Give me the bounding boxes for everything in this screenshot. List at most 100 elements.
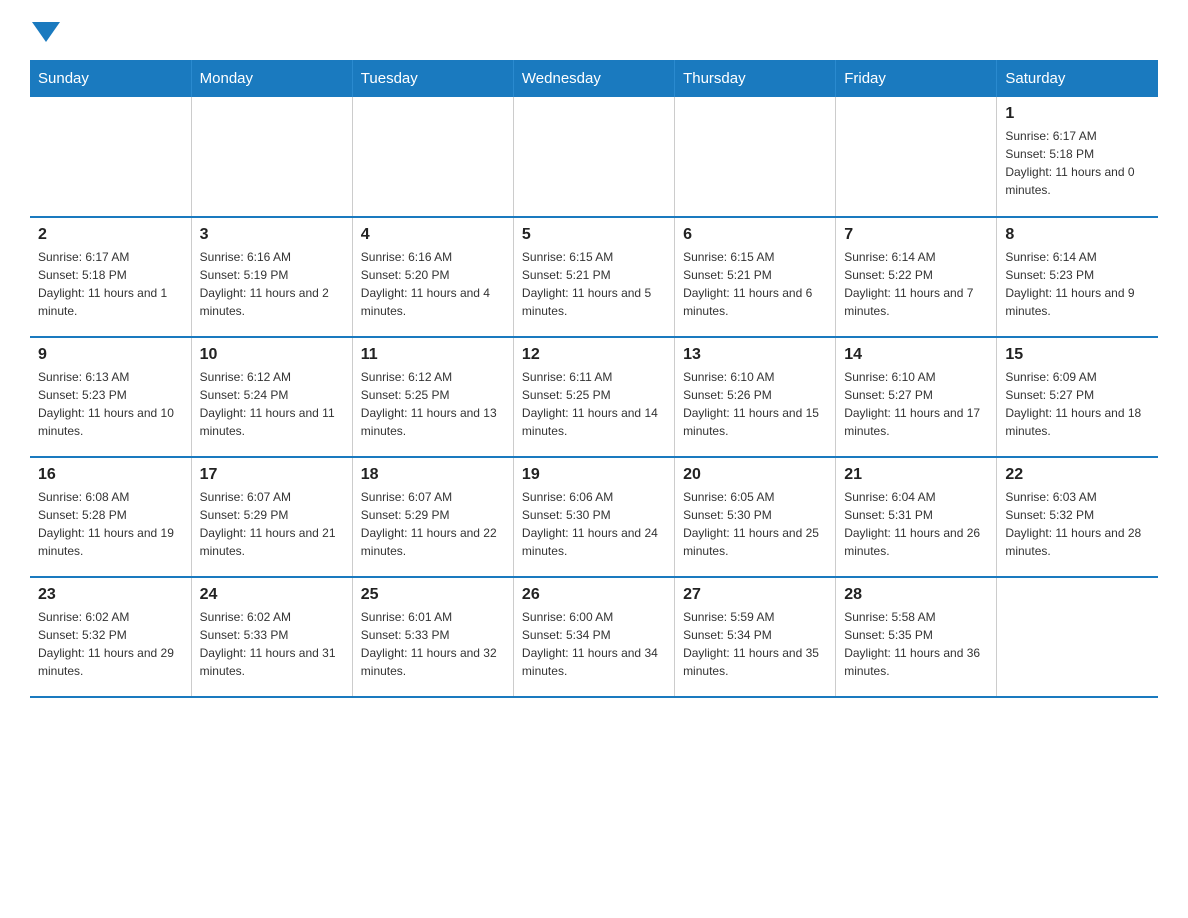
day-info: Sunrise: 6:04 AMSunset: 5:31 PMDaylight:… (844, 488, 988, 560)
calendar-day (997, 577, 1158, 697)
calendar-day (191, 97, 352, 217)
calendar-day: 21 Sunrise: 6:04 AMSunset: 5:31 PMDayligh… (836, 457, 997, 577)
day-number: 13 (683, 346, 827, 364)
day-number: 2 (38, 226, 183, 244)
calendar-day: 13 Sunrise: 6:10 AMSunset: 5:26 PMDayligh… (675, 337, 836, 457)
calendar-week-5: 23 Sunrise: 6:02 AMSunset: 5:32 PMDayligh… (30, 577, 1158, 697)
day-number: 12 (522, 346, 666, 364)
header-monday: Monday (191, 60, 352, 97)
day-info: Sunrise: 6:14 AMSunset: 5:23 PMDaylight:… (1005, 248, 1150, 320)
calendar-day: 27 Sunrise: 5:59 AMSunset: 5:34 PMDayligh… (675, 577, 836, 697)
day-info: Sunrise: 6:12 AMSunset: 5:25 PMDaylight:… (361, 368, 505, 440)
day-number: 1 (1005, 105, 1150, 123)
header-thursday: Thursday (675, 60, 836, 97)
day-number: 11 (361, 346, 505, 364)
day-info: Sunrise: 6:02 AMSunset: 5:33 PMDaylight:… (200, 608, 344, 680)
page-header (30, 20, 1158, 40)
day-info: Sunrise: 6:08 AMSunset: 5:28 PMDaylight:… (38, 488, 183, 560)
day-number: 6 (683, 226, 827, 244)
day-info: Sunrise: 6:06 AMSunset: 5:30 PMDaylight:… (522, 488, 666, 560)
day-info: Sunrise: 6:07 AMSunset: 5:29 PMDaylight:… (361, 488, 505, 560)
day-number: 22 (1005, 466, 1150, 484)
day-info: Sunrise: 6:09 AMSunset: 5:27 PMDaylight:… (1005, 368, 1150, 440)
day-number: 27 (683, 586, 827, 604)
calendar-header-row: SundayMondayTuesdayWednesdayThursdayFrid… (30, 60, 1158, 97)
calendar-day: 12 Sunrise: 6:11 AMSunset: 5:25 PMDayligh… (513, 337, 674, 457)
day-info: Sunrise: 6:14 AMSunset: 5:22 PMDaylight:… (844, 248, 988, 320)
logo-triangle-icon (32, 22, 60, 42)
day-info: Sunrise: 6:10 AMSunset: 5:27 PMDaylight:… (844, 368, 988, 440)
day-info: Sunrise: 6:05 AMSunset: 5:30 PMDaylight:… (683, 488, 827, 560)
day-number: 24 (200, 586, 344, 604)
day-number: 26 (522, 586, 666, 604)
calendar-day: 16 Sunrise: 6:08 AMSunset: 5:28 PMDayligh… (30, 457, 191, 577)
day-info: Sunrise: 5:59 AMSunset: 5:34 PMDaylight:… (683, 608, 827, 680)
day-info: Sunrise: 6:17 AMSunset: 5:18 PMDaylight:… (1005, 127, 1150, 199)
calendar-day: 8 Sunrise: 6:14 AMSunset: 5:23 PMDaylight… (997, 217, 1158, 337)
calendar-day: 19 Sunrise: 6:06 AMSunset: 5:30 PMDayligh… (513, 457, 674, 577)
day-number: 16 (38, 466, 183, 484)
calendar-week-4: 16 Sunrise: 6:08 AMSunset: 5:28 PMDayligh… (30, 457, 1158, 577)
day-number: 4 (361, 226, 505, 244)
day-info: Sunrise: 6:00 AMSunset: 5:34 PMDaylight:… (522, 608, 666, 680)
calendar-day: 23 Sunrise: 6:02 AMSunset: 5:32 PMDayligh… (30, 577, 191, 697)
day-info: Sunrise: 6:11 AMSunset: 5:25 PMDaylight:… (522, 368, 666, 440)
logo (30, 20, 60, 40)
day-number: 21 (844, 466, 988, 484)
calendar-day (30, 97, 191, 217)
day-number: 17 (200, 466, 344, 484)
header-sunday: Sunday (30, 60, 191, 97)
day-number: 23 (38, 586, 183, 604)
day-info: Sunrise: 6:03 AMSunset: 5:32 PMDaylight:… (1005, 488, 1150, 560)
day-number: 3 (200, 226, 344, 244)
header-tuesday: Tuesday (352, 60, 513, 97)
day-number: 28 (844, 586, 988, 604)
calendar-day: 7 Sunrise: 6:14 AMSunset: 5:22 PMDaylight… (836, 217, 997, 337)
day-number: 8 (1005, 226, 1150, 244)
calendar-day: 1 Sunrise: 6:17 AMSunset: 5:18 PMDaylight… (997, 97, 1158, 217)
day-number: 18 (361, 466, 505, 484)
calendar-day: 3 Sunrise: 6:16 AMSunset: 5:19 PMDaylight… (191, 217, 352, 337)
header-wednesday: Wednesday (513, 60, 674, 97)
day-info: Sunrise: 6:17 AMSunset: 5:18 PMDaylight:… (38, 248, 183, 320)
day-number: 5 (522, 226, 666, 244)
calendar-day: 11 Sunrise: 6:12 AMSunset: 5:25 PMDayligh… (352, 337, 513, 457)
day-number: 14 (844, 346, 988, 364)
day-info: Sunrise: 6:15 AMSunset: 5:21 PMDaylight:… (522, 248, 666, 320)
header-friday: Friday (836, 60, 997, 97)
calendar-day: 17 Sunrise: 6:07 AMSunset: 5:29 PMDayligh… (191, 457, 352, 577)
day-number: 19 (522, 466, 666, 484)
calendar-day: 2 Sunrise: 6:17 AMSunset: 5:18 PMDaylight… (30, 217, 191, 337)
calendar-day: 24 Sunrise: 6:02 AMSunset: 5:33 PMDayligh… (191, 577, 352, 697)
calendar-day (675, 97, 836, 217)
day-number: 15 (1005, 346, 1150, 364)
calendar-day (513, 97, 674, 217)
calendar-day (836, 97, 997, 217)
day-number: 9 (38, 346, 183, 364)
calendar-day: 10 Sunrise: 6:12 AMSunset: 5:24 PMDayligh… (191, 337, 352, 457)
day-info: Sunrise: 6:01 AMSunset: 5:33 PMDaylight:… (361, 608, 505, 680)
day-info: Sunrise: 6:12 AMSunset: 5:24 PMDaylight:… (200, 368, 344, 440)
day-info: Sunrise: 6:02 AMSunset: 5:32 PMDaylight:… (38, 608, 183, 680)
day-number: 10 (200, 346, 344, 364)
day-number: 25 (361, 586, 505, 604)
day-info: Sunrise: 6:13 AMSunset: 5:23 PMDaylight:… (38, 368, 183, 440)
header-saturday: Saturday (997, 60, 1158, 97)
calendar-day: 4Sunrise: 6:16 AMSunset: 5:20 PMDaylight… (352, 217, 513, 337)
day-info: Sunrise: 6:07 AMSunset: 5:29 PMDaylight:… (200, 488, 344, 560)
calendar-week-1: 1 Sunrise: 6:17 AMSunset: 5:18 PMDaylight… (30, 97, 1158, 217)
calendar-day: 18 Sunrise: 6:07 AMSunset: 5:29 PMDayligh… (352, 457, 513, 577)
day-info: Sunrise: 6:15 AMSunset: 5:21 PMDaylight:… (683, 248, 827, 320)
calendar-week-2: 2 Sunrise: 6:17 AMSunset: 5:18 PMDaylight… (30, 217, 1158, 337)
calendar-day: 22 Sunrise: 6:03 AMSunset: 5:32 PMDayligh… (997, 457, 1158, 577)
calendar-week-3: 9 Sunrise: 6:13 AMSunset: 5:23 PMDaylight… (30, 337, 1158, 457)
day-info: Sunrise: 6:10 AMSunset: 5:26 PMDaylight:… (683, 368, 827, 440)
day-number: 20 (683, 466, 827, 484)
day-number: 7 (844, 226, 988, 244)
calendar-day: 20 Sunrise: 6:05 AMSunset: 5:30 PMDayligh… (675, 457, 836, 577)
day-info: Sunrise: 5:58 AMSunset: 5:35 PMDaylight:… (844, 608, 988, 680)
calendar-day: 5 Sunrise: 6:15 AMSunset: 5:21 PMDaylight… (513, 217, 674, 337)
day-info: Sunrise: 6:16 AMSunset: 5:19 PMDaylight:… (200, 248, 344, 320)
calendar-day: 28 Sunrise: 5:58 AMSunset: 5:35 PMDayligh… (836, 577, 997, 697)
calendar-day: 15 Sunrise: 6:09 AMSunset: 5:27 PMDayligh… (997, 337, 1158, 457)
